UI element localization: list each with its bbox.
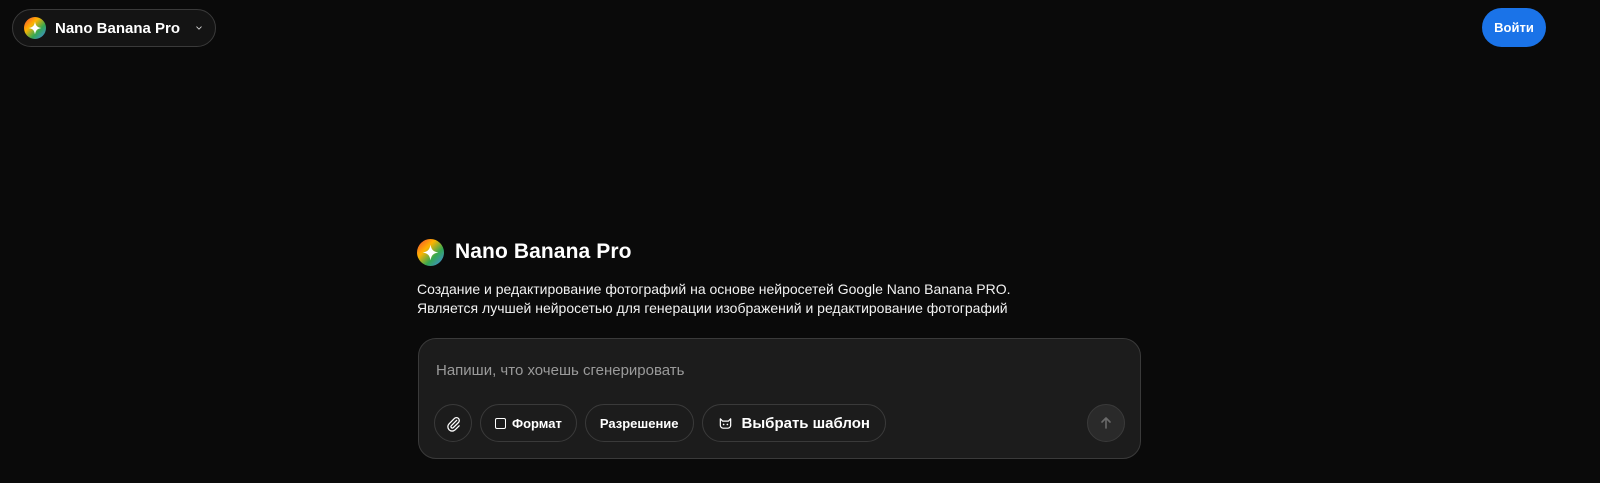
format-label: Формат <box>512 415 562 431</box>
choose-template-label: Выбрать шаблон <box>741 414 870 432</box>
hero-title-row: Nano Banana Pro <box>417 236 1141 268</box>
model-selector[interactable]: Nano Banana Pro <box>12 9 216 47</box>
cat-icon <box>718 416 733 431</box>
format-button[interactable]: Формат <box>480 404 577 442</box>
description-line-1: Создание и редактирование фотографий на … <box>417 281 1011 297</box>
sparkle-gradient-icon <box>417 238 444 266</box>
top-bar: Nano Banana Pro Войти <box>0 0 1600 60</box>
prompt-input[interactable] <box>434 357 1114 383</box>
prompt-composer: Формат Разрешение Выбрать шаблон <box>418 338 1141 459</box>
send-button[interactable] <box>1087 404 1125 442</box>
page-description: Создание и редактирование фотографий на … <box>417 280 1141 318</box>
chevron-down-icon <box>195 21 203 35</box>
sparkle-gradient-icon <box>24 17 46 39</box>
hero-section: Nano Banana Pro Создание и редактировани… <box>417 236 1141 318</box>
resolution-button[interactable]: Разрешение <box>584 404 694 442</box>
description-line-2: Является лучшей нейросетью для генерации… <box>417 300 1008 316</box>
square-icon <box>495 417 506 429</box>
composer-toolbar: Формат Разрешение Выбрать шаблон <box>434 404 886 442</box>
choose-template-button[interactable]: Выбрать шаблон <box>701 404 886 442</box>
model-selector-label: Nano Banana Pro <box>55 19 181 37</box>
arrow-up-icon <box>1101 417 1111 429</box>
page-title: Nano Banana Pro <box>455 240 632 263</box>
login-button[interactable]: Войти <box>1482 8 1546 47</box>
resolution-label: Разрешение <box>599 415 679 431</box>
paperclip-icon <box>446 416 460 432</box>
attach-button[interactable] <box>434 404 472 442</box>
